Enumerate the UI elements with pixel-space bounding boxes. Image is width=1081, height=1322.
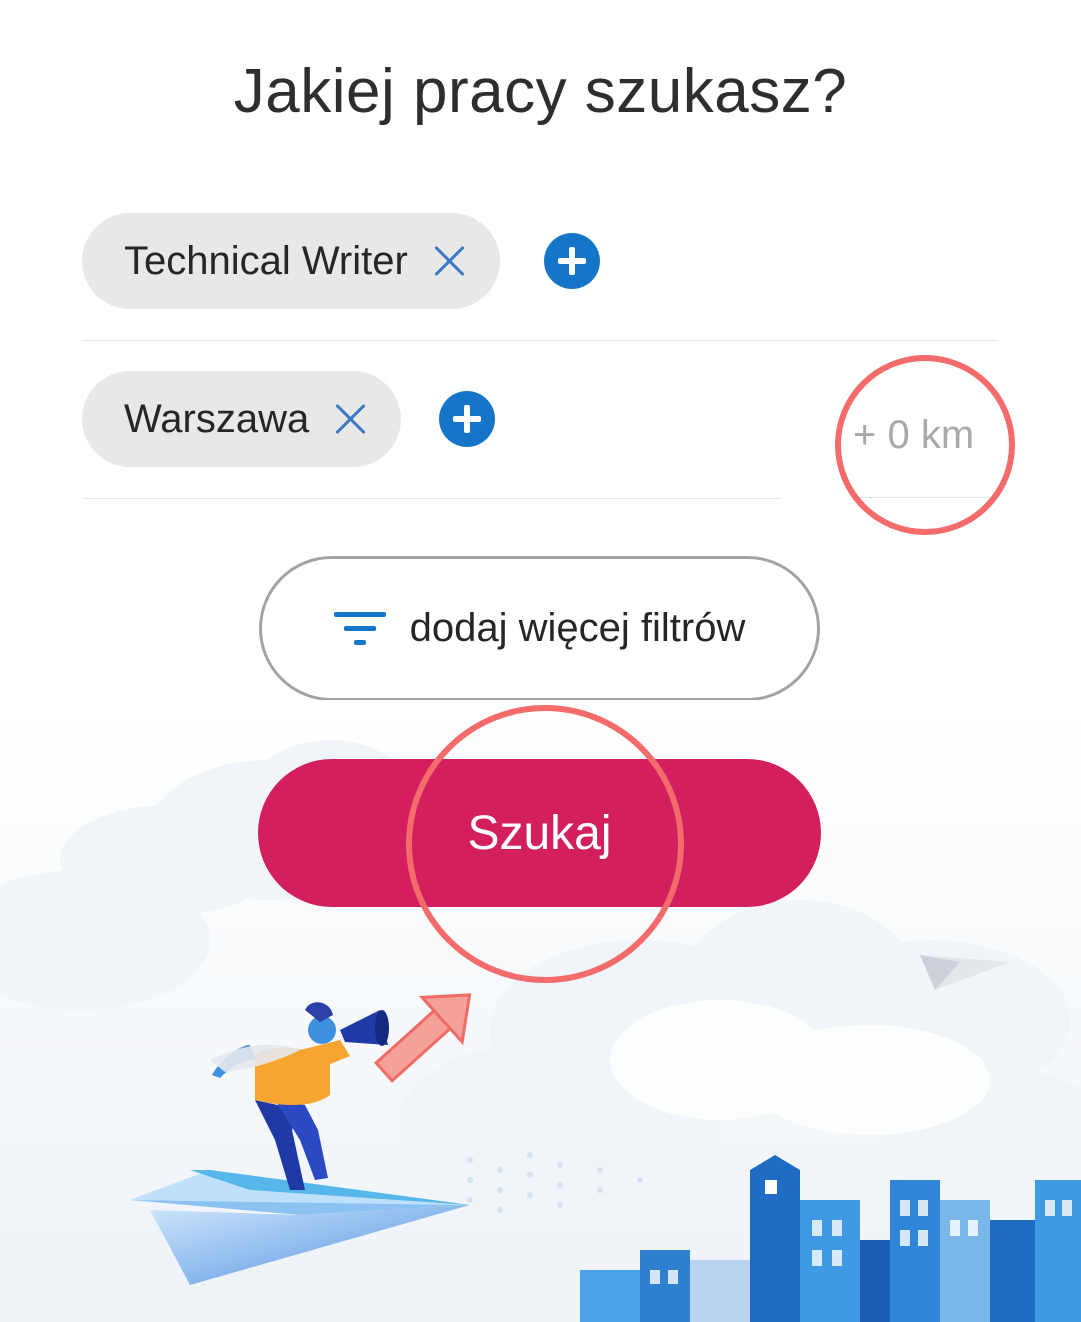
radius-divider <box>853 497 998 498</box>
add-position-button[interactable] <box>544 233 600 289</box>
add-location-button[interactable] <box>439 391 495 447</box>
location-chip-label: Warszawa <box>124 396 310 441</box>
search-button[interactable]: Szukaj <box>258 759 821 907</box>
position-chip-label: Technical Writer <box>124 238 408 283</box>
close-icon[interactable] <box>333 402 367 436</box>
annotation-arrow-icon <box>373 993 472 1083</box>
more-filters-label: dodaj więcej filtrów <box>409 606 746 650</box>
filter-icon <box>333 611 386 646</box>
position-field[interactable]: Technical Writer <box>82 213 998 341</box>
radius-selector[interactable]: + 0 km <box>853 413 974 458</box>
close-icon[interactable] <box>432 244 466 278</box>
more-filters-button[interactable]: dodaj więcej filtrów <box>259 556 820 701</box>
page-title: Jakiej pracy szukasz? <box>233 57 848 126</box>
location-field[interactable]: Warszawa <box>82 371 782 499</box>
position-chip: Technical Writer <box>82 213 500 309</box>
location-chip: Warszawa <box>82 371 402 467</box>
search-button-label: Szukaj <box>467 806 612 860</box>
